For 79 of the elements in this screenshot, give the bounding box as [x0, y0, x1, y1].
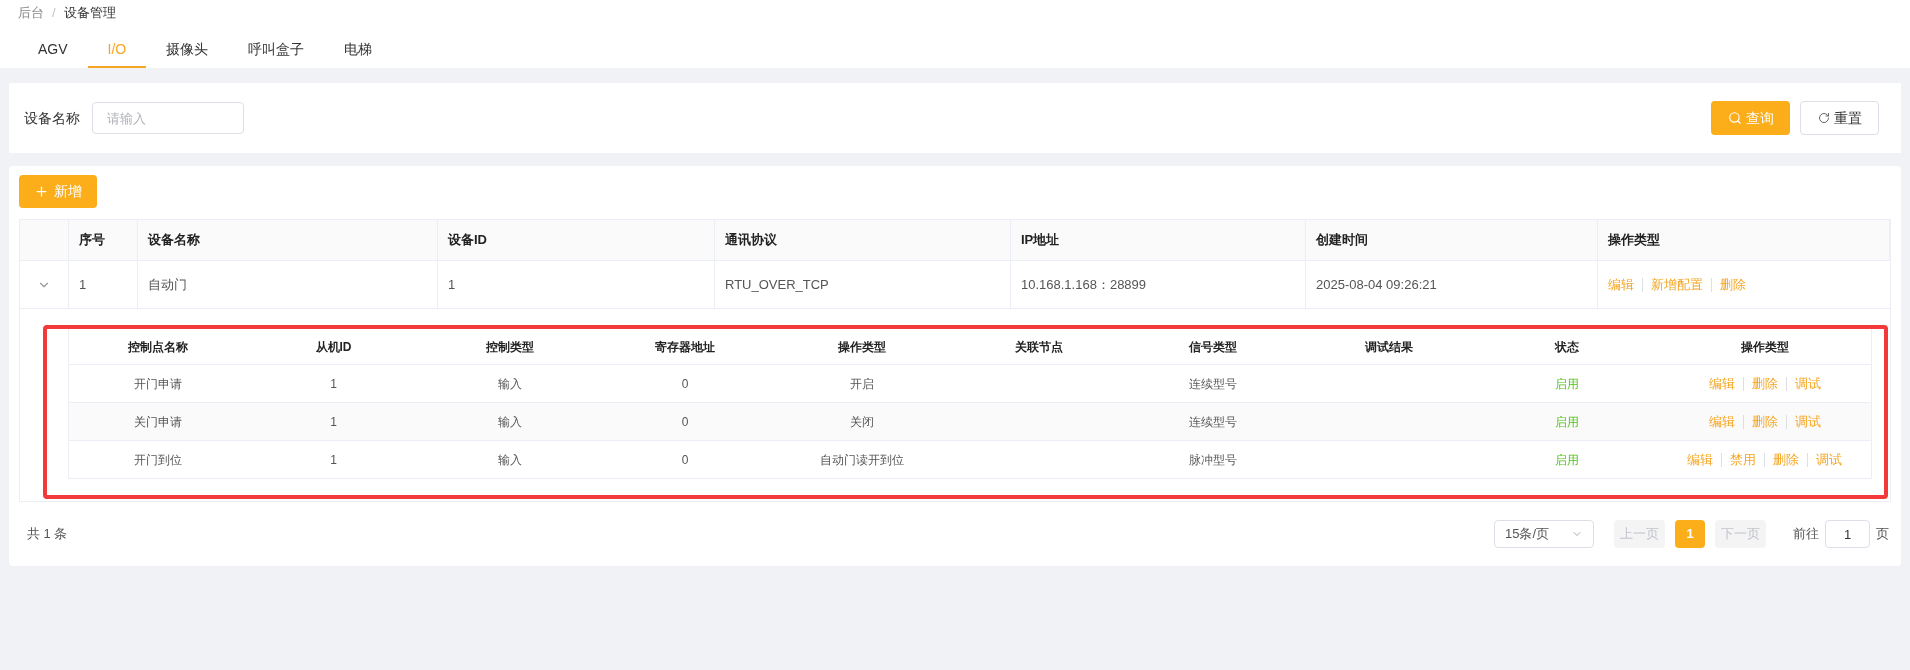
column-header: 调试结果	[1364, 338, 1413, 356]
action-link[interactable]: 删除	[1720, 274, 1746, 295]
column-header: IP地址	[1021, 231, 1060, 250]
column-header: 序号	[79, 231, 105, 250]
action-link[interactable]: 删除	[1773, 449, 1799, 470]
table-cell-text: 开门申请	[133, 375, 182, 393]
status-text: 启用	[1555, 413, 1579, 431]
table-cell-text: 1	[330, 375, 337, 393]
breadcrumb-item[interactable]: 后台	[18, 2, 44, 23]
tab[interactable]: 呼叫盒子	[228, 32, 325, 68]
goto-label: 前往	[1793, 525, 1819, 544]
tab[interactable]: 电梯	[324, 32, 393, 68]
page-input[interactable]: 1	[1825, 520, 1870, 548]
action-link[interactable]: 调试	[1794, 373, 1821, 394]
query-button[interactable]: 查询	[1711, 101, 1790, 135]
refresh-icon	[1817, 112, 1830, 124]
action-link[interactable]: 调试	[1794, 411, 1821, 432]
table-cell-text: 连续型号	[1189, 413, 1237, 431]
table-cell-text: 输入	[498, 375, 522, 393]
table-cell-text: 关门申请	[133, 413, 182, 431]
table-cell-text: 1	[330, 413, 337, 431]
table-cell-text: 0	[681, 451, 689, 469]
reset-button[interactable]: 重置	[1800, 101, 1879, 135]
action-link[interactable]: 新增配置	[1651, 274, 1703, 295]
table-cell-text: 开门到位	[133, 451, 182, 469]
field-label: 设备名称	[24, 108, 80, 128]
add-button[interactable]: 新增	[19, 175, 97, 208]
page-size-select[interactable]: 15条/页	[1494, 520, 1594, 548]
table-cell-text: 关闭	[850, 413, 874, 431]
action-link[interactable]: 删除	[1751, 411, 1778, 432]
table-cell-text: RTU_OVER_TCP	[725, 275, 829, 294]
action-link[interactable]: 编辑	[1708, 411, 1735, 432]
column-header: 设备名称	[148, 231, 200, 250]
status-text: 启用	[1555, 375, 1579, 393]
table-cell-text: 1	[330, 451, 337, 469]
action-link[interactable]: 编辑	[1687, 449, 1713, 470]
search-icon	[1727, 111, 1742, 125]
column-header: 寄存器地址	[655, 338, 715, 356]
action-link[interactable]: 编辑	[1708, 373, 1735, 394]
table-cell-text: 1	[79, 275, 87, 294]
column-header: 操作类型	[1740, 338, 1789, 356]
table-cell-text: 输入	[498, 451, 522, 469]
table-cell-text: 0	[681, 413, 689, 431]
column-header: 状态	[1555, 338, 1579, 356]
column-header: 操作类型	[1608, 231, 1660, 250]
breadcrumb-separator: /	[52, 3, 56, 22]
column-header: 信号类型	[1189, 338, 1237, 356]
table-cell-text: 连续型号	[1189, 375, 1237, 393]
column-header: 关联节点	[1015, 338, 1063, 356]
tab[interactable]: AGV	[18, 32, 88, 68]
table-cell-text: 自动门	[148, 275, 187, 294]
column-header: 从机ID	[315, 338, 352, 356]
column-header: 控制点名称	[127, 338, 188, 356]
column-header: 操作类型	[838, 338, 886, 356]
column-header: 控制类型	[486, 338, 534, 356]
table-cell-text: 开启	[850, 375, 874, 393]
search-field[interactable]: 请输入	[92, 102, 244, 134]
column-header: 设备ID	[448, 231, 487, 250]
table-cell-text: 10.168.1.168：28899	[1021, 275, 1147, 294]
plus-icon	[34, 184, 49, 199]
action-link[interactable]: 禁用	[1730, 449, 1756, 470]
table-cell-text: 自动门读开到位	[820, 451, 904, 469]
action-link[interactable]: 调试	[1816, 449, 1842, 470]
action-link[interactable]: 编辑	[1608, 274, 1634, 295]
goto-suffix: 页	[1876, 525, 1889, 544]
breadcrumb-item: 设备管理	[63, 3, 116, 22]
column-header: 创建时间	[1316, 231, 1368, 250]
table-cell-text: 0	[681, 375, 689, 393]
table-cell-text: 2025-08-04 09:26:21	[1316, 275, 1437, 294]
column-header: 通讯协议	[725, 231, 777, 250]
page-number[interactable]: 1	[1675, 520, 1705, 548]
tab[interactable]: I/O	[87, 32, 147, 68]
table-cell-text: 输入	[498, 413, 522, 431]
table-cell-text: 1	[448, 275, 456, 294]
status-text: 启用	[1555, 451, 1579, 469]
tab[interactable]: 摄像头	[146, 32, 229, 68]
table-cell-text: 脉冲型号	[1189, 451, 1237, 469]
total-count: 共 1 条	[27, 525, 68, 544]
action-link[interactable]: 删除	[1751, 373, 1778, 394]
